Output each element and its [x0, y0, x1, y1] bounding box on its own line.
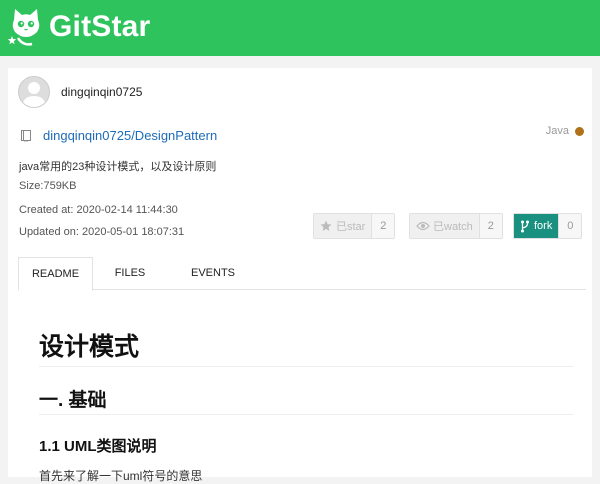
- fork-button[interactable]: fork: [514, 214, 559, 238]
- repo-created-at: Created at: 2020-02-14 11:44:30: [19, 204, 178, 216]
- fork-icon: [521, 220, 529, 232]
- readme-divider: [39, 366, 574, 367]
- repo-title-row: dingqinqin0725/DesignPattern: [20, 128, 217, 143]
- watch-button-group: 已watch 2: [409, 213, 503, 239]
- default-avatar-icon: [22, 82, 46, 107]
- brand-name: GitStar: [49, 10, 151, 43]
- repo-icon: [21, 129, 31, 142]
- readme-divider: [39, 414, 574, 415]
- user-avatar[interactable]: [18, 76, 50, 108]
- repo-card: dingqinqin0725 dingqinqin0725/DesignPatt…: [8, 68, 592, 483]
- star-label: 已star: [336, 221, 366, 233]
- top-header: GitStar: [0, 0, 600, 56]
- tab-events[interactable]: EVENTS: [176, 257, 250, 289]
- repo-updated-on: Updated on: 2020-05-01 18:07:31: [19, 226, 185, 238]
- readme-heading-3: 1.1 UML类图说明: [39, 438, 157, 455]
- star-icon: [320, 220, 332, 231]
- repo-tabs: README FILES EVENTS: [18, 257, 586, 291]
- language-indicator: Java: [546, 125, 584, 137]
- readme-heading-1: 设计模式: [39, 333, 140, 361]
- star-count[interactable]: 2: [371, 214, 395, 238]
- fork-button-group: fork 0: [513, 213, 583, 239]
- fork-count[interactable]: 0: [558, 214, 582, 238]
- watch-count[interactable]: 2: [478, 214, 502, 238]
- eye-icon: [416, 221, 430, 231]
- repo-size: Size:759KB: [19, 180, 77, 192]
- gitstar-logo[interactable]: GitStar: [6, 6, 150, 48]
- language-label: Java: [545, 125, 569, 137]
- watch-button[interactable]: 已watch: [410, 214, 479, 238]
- repo-name-link[interactable]: dingqinqin0725/DesignPattern: [43, 128, 217, 143]
- readme-paragraph: 首先来了解一下uml符号的意思: [39, 469, 203, 483]
- watch-label: 已watch: [433, 221, 473, 233]
- tab-readme[interactable]: README: [18, 257, 93, 291]
- language-color-dot: [575, 126, 584, 136]
- star-button-group: 已star 2: [313, 213, 396, 239]
- repo-description: java常用的23种设计模式，以及设计原则: [19, 161, 217, 173]
- tab-files[interactable]: FILES: [102, 257, 158, 289]
- username[interactable]: dingqinqin0725: [61, 85, 142, 99]
- cat-logo-icon: [7, 9, 40, 46]
- star-button[interactable]: 已star: [314, 214, 372, 238]
- readme-heading-2: 一. 基础: [39, 390, 107, 411]
- fork-label: fork: [534, 220, 553, 232]
